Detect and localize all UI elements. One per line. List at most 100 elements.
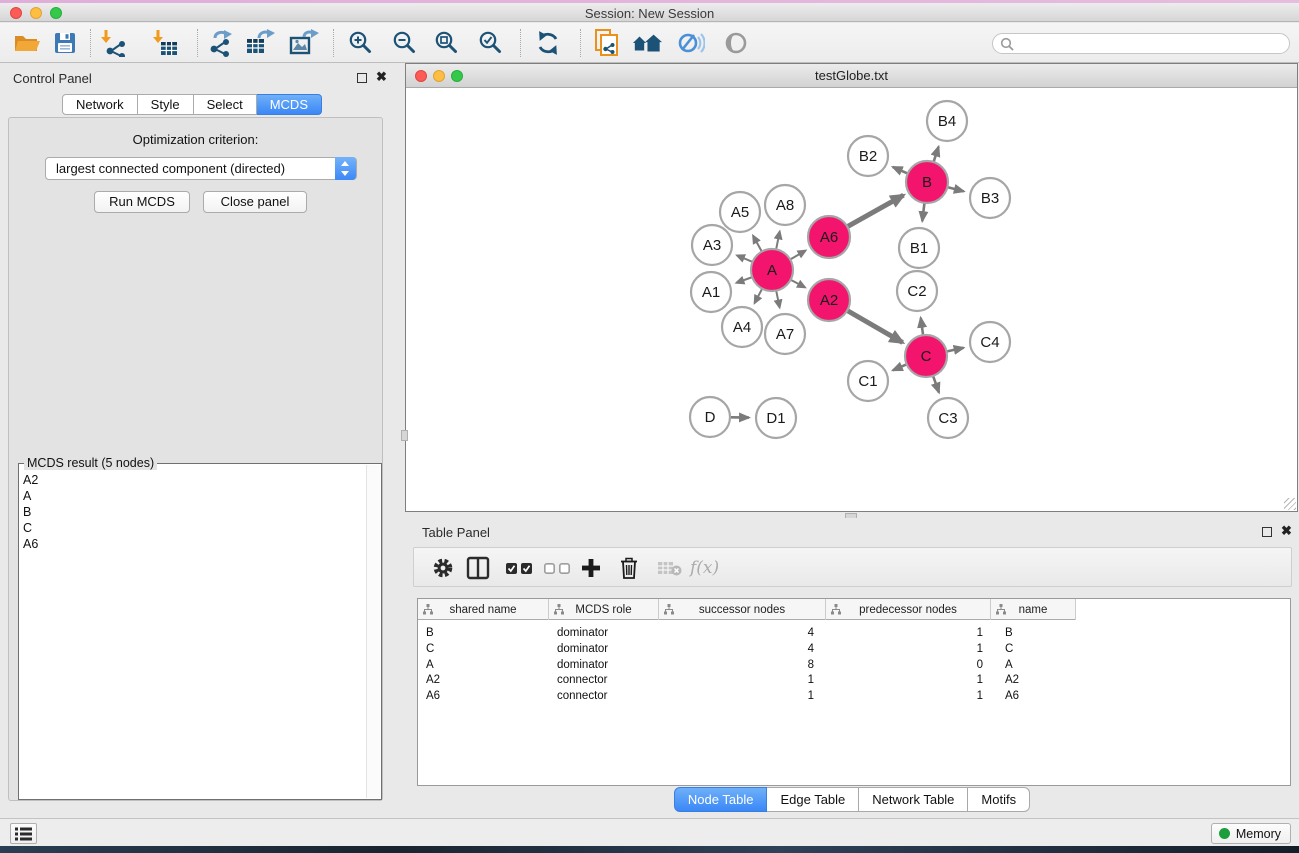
delete-column-trash-icon[interactable] <box>619 548 639 588</box>
edge-A-A8[interactable] <box>776 231 780 249</box>
node-A4[interactable]: A4 <box>722 307 762 347</box>
edge-B-B4[interactable] <box>934 147 939 162</box>
home-icon[interactable] <box>632 29 662 57</box>
memory-button[interactable]: Memory <box>1211 823 1291 844</box>
result-item[interactable]: A6 <box>23 536 365 552</box>
node-C4[interactable]: C4 <box>970 322 1010 362</box>
float-panel-icon[interactable] <box>357 73 367 83</box>
select-all-checkboxes-icon[interactable] <box>506 548 534 588</box>
node-C1[interactable]: C1 <box>848 361 888 401</box>
run-mcds-button[interactable]: Run MCDS <box>94 191 190 213</box>
window-resize-grip[interactable] <box>1284 498 1296 510</box>
cell-shared-name[interactable]: B <box>418 625 549 641</box>
cell-name[interactable]: A2 <box>991 672 1076 688</box>
node-D[interactable]: D <box>690 397 730 437</box>
export-image-icon[interactable] <box>289 29 319 57</box>
cell-successor-nodes[interactable]: 4 <box>659 625 826 641</box>
cell-name[interactable]: A <box>991 657 1076 673</box>
mcds-result-list[interactable]: A2ABCA6 <box>23 472 365 797</box>
edge-B-B1[interactable] <box>922 203 924 221</box>
float-panel-icon[interactable] <box>1262 527 1272 537</box>
cell-MCDS-role[interactable]: dominator <box>549 641 659 657</box>
export-network-icon[interactable] <box>206 29 236 57</box>
cell-shared-name[interactable]: A6 <box>418 688 549 704</box>
cell-MCDS-role[interactable]: dominator <box>549 657 659 673</box>
table-row[interactable]: A2connector11A2 <box>418 672 1076 688</box>
column-header-successor-nodes[interactable]: successor nodes <box>659 599 826 620</box>
node-A1[interactable]: A1 <box>691 272 731 312</box>
close-panel-icon[interactable]: ✖ <box>376 72 387 82</box>
tab-select[interactable]: Select <box>194 94 257 115</box>
tab-node-table[interactable]: Node Table <box>674 787 768 812</box>
import-network-icon[interactable] <box>98 29 128 57</box>
tab-motifs[interactable]: Motifs <box>968 787 1030 812</box>
tab-network[interactable]: Network <box>62 94 138 115</box>
node-B[interactable]: B <box>906 161 948 203</box>
cell-name[interactable]: B <box>991 625 1076 641</box>
cell-successor-nodes[interactable]: 4 <box>659 641 826 657</box>
table-row[interactable]: Adominator80A <box>418 657 1076 673</box>
hide-panels-icon[interactable] <box>676 29 706 57</box>
search-field[interactable] <box>992 33 1290 54</box>
node-A7[interactable]: A7 <box>765 314 805 354</box>
open-session-icon[interactable] <box>12 29 42 57</box>
cell-predecessor-nodes[interactable]: 1 <box>826 688 991 704</box>
search-input[interactable] <box>1017 35 1282 52</box>
result-item[interactable]: A <box>23 488 365 504</box>
column-header-shared-name[interactable]: shared name <box>418 599 549 620</box>
table-row[interactable]: Bdominator41B <box>418 625 1076 641</box>
node-A3[interactable]: A3 <box>692 225 732 265</box>
node-A8[interactable]: A8 <box>765 185 805 225</box>
tab-style[interactable]: Style <box>138 94 194 115</box>
save-session-icon[interactable] <box>50 29 80 57</box>
edge-A-A5[interactable] <box>753 236 762 252</box>
new-network-from-selection-icon[interactable] <box>592 29 622 57</box>
edge-C-C4[interactable] <box>947 348 964 352</box>
node-B1[interactable]: B1 <box>899 228 939 268</box>
node-B3[interactable]: B3 <box>970 178 1010 218</box>
node-D1[interactable]: D1 <box>756 398 796 438</box>
network-canvas[interactable]: AA1A2A3A4A5A6A7A8BB1B2B3B4CC1C2C3C4DD1 <box>406 89 1297 511</box>
edge-B-B2[interactable] <box>893 167 908 174</box>
split-divider-grip[interactable] <box>401 430 408 441</box>
edge-A-A4[interactable] <box>755 289 763 304</box>
node-table[interactable]: shared nameMCDS rolesuccessor nodesprede… <box>417 598 1291 786</box>
edge-A-A2[interactable] <box>791 280 806 288</box>
result-item[interactable]: C <box>23 520 365 536</box>
column-header-MCDS-role[interactable]: MCDS role <box>549 599 659 620</box>
node-A[interactable]: A <box>751 249 793 291</box>
node-A6[interactable]: A6 <box>808 216 850 258</box>
cell-MCDS-role[interactable]: dominator <box>549 625 659 641</box>
edge-B-B3[interactable] <box>947 187 963 191</box>
result-scrollbar[interactable] <box>366 465 380 798</box>
edge-A2-C[interactable] <box>847 310 902 342</box>
cell-predecessor-nodes[interactable]: 0 <box>826 657 991 673</box>
table-row[interactable]: Cdominator41C <box>418 641 1076 657</box>
cell-name[interactable]: C <box>991 641 1076 657</box>
close-panel-icon[interactable]: ✖ <box>1281 526 1292 536</box>
add-column-icon[interactable] <box>581 548 601 588</box>
tab-mcds[interactable]: MCDS <box>257 94 322 115</box>
edge-C-C3[interactable] <box>933 376 939 393</box>
cell-predecessor-nodes[interactable]: 1 <box>826 625 991 641</box>
cell-successor-nodes[interactable]: 8 <box>659 657 826 673</box>
cell-name[interactable]: A6 <box>991 688 1076 704</box>
tab-network-table[interactable]: Network Table <box>859 787 968 812</box>
edge-A-A7[interactable] <box>776 291 779 308</box>
column-header-predecessor-nodes[interactable]: predecessor nodes <box>826 599 991 620</box>
node-C2[interactable]: C2 <box>897 271 937 311</box>
tab-edge-table[interactable]: Edge Table <box>767 787 859 812</box>
task-history-button[interactable] <box>10 823 37 844</box>
node-A5[interactable]: A5 <box>720 192 760 232</box>
result-item[interactable]: A2 <box>23 472 365 488</box>
result-item[interactable]: B <box>23 504 365 520</box>
edge-A-A6[interactable] <box>790 251 805 260</box>
node-C[interactable]: C <box>905 335 947 377</box>
node-B4[interactable]: B4 <box>927 101 967 141</box>
cell-successor-nodes[interactable]: 1 <box>659 672 826 688</box>
cell-predecessor-nodes[interactable]: 1 <box>826 641 991 657</box>
edge-C-C2[interactable] <box>921 318 923 335</box>
node-B2[interactable]: B2 <box>848 136 888 176</box>
criterion-dropdown[interactable]: largest connected component (directed) <box>45 157 357 180</box>
cell-MCDS-role[interactable]: connector <box>549 688 659 704</box>
